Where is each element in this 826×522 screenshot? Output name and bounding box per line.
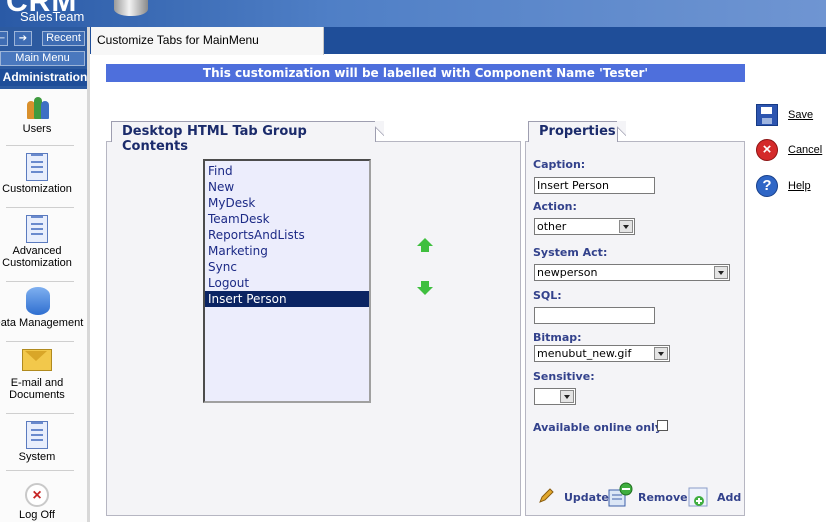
system-act-select[interactable]: newperson bbox=[534, 264, 730, 281]
action-label: Action: bbox=[533, 200, 577, 213]
list-item[interactable]: Find bbox=[205, 163, 369, 179]
add-button[interactable]: Add bbox=[687, 486, 742, 510]
email-icon bbox=[22, 349, 52, 371]
chevron-down-icon[interactable] bbox=[560, 390, 574, 403]
chevron-down-icon[interactable] bbox=[714, 266, 728, 279]
system-act-label: System Act: bbox=[533, 246, 608, 259]
app-logo-subtitle: SalesTeam bbox=[20, 9, 85, 24]
sidebar-item-customization[interactable]: Customization bbox=[0, 153, 74, 195]
move-up-arrow-icon[interactable] bbox=[417, 238, 433, 254]
data-management-icon bbox=[26, 287, 50, 315]
help-icon: ? bbox=[756, 175, 778, 197]
main-menu-button[interactable]: Main Menu bbox=[0, 51, 85, 66]
sidebar-divider bbox=[6, 145, 74, 146]
sidebar-item-label: System bbox=[18, 451, 56, 463]
sidebar: ← ➔ Recent Main Menu Administration User… bbox=[0, 27, 90, 522]
logoff-icon: × bbox=[25, 483, 49, 507]
sidebar-item-data-management[interactable]: Data Management bbox=[0, 287, 87, 329]
system-act-select-value: newperson bbox=[537, 266, 598, 279]
add-item-icon bbox=[687, 486, 709, 508]
users-icon bbox=[23, 93, 51, 121]
sql-label: SQL: bbox=[533, 289, 562, 302]
chevron-down-icon[interactable] bbox=[654, 347, 668, 360]
caption-label: Caption: bbox=[533, 158, 586, 171]
move-down-arrow-icon[interactable] bbox=[417, 281, 433, 297]
properties-panel bbox=[525, 141, 745, 516]
chevron-down-icon[interactable] bbox=[619, 220, 633, 233]
list-item[interactable]: TeamDesk bbox=[205, 211, 369, 227]
list-item[interactable]: New bbox=[205, 179, 369, 195]
action-select[interactable]: other bbox=[534, 218, 635, 235]
system-icon bbox=[26, 421, 48, 449]
forward-button[interactable]: ➔ bbox=[14, 31, 32, 46]
bitmap-label: Bitmap: bbox=[533, 331, 582, 344]
sidebar-item-label: Log Off bbox=[19, 509, 55, 521]
add-label: Add bbox=[717, 491, 742, 504]
list-item-selected[interactable]: Insert Person bbox=[205, 291, 369, 307]
action-select-value: other bbox=[537, 220, 567, 233]
sidebar-item-label: Data Management bbox=[0, 317, 84, 329]
sidebar-item-label: Advanced Customization bbox=[2, 245, 72, 269]
online-only-label: Available online only: bbox=[533, 421, 667, 434]
bitmap-select[interactable]: menubut_new.gif bbox=[534, 345, 670, 362]
sidebar-divider bbox=[6, 470, 74, 471]
administration-header: Administration bbox=[0, 69, 87, 86]
save-label: Save bbox=[788, 109, 814, 121]
sidebar-divider bbox=[6, 341, 74, 342]
list-item[interactable]: Logout bbox=[205, 275, 369, 291]
back-button[interactable]: ← bbox=[0, 31, 8, 46]
help-button[interactable]: ? Help bbox=[756, 175, 816, 199]
nav-strip: ← ➔ Recent Main Menu Administration bbox=[0, 27, 87, 89]
list-item[interactable]: Marketing bbox=[205, 243, 369, 259]
help-label: Help bbox=[788, 180, 811, 192]
list-item[interactable]: MyDesk bbox=[205, 195, 369, 211]
cancel-label: Cancel bbox=[788, 144, 823, 156]
save-disk-icon bbox=[756, 104, 778, 126]
remove-button[interactable]: Remove bbox=[607, 482, 688, 508]
sidebar-item-users[interactable]: Users bbox=[0, 93, 74, 135]
app-header: CRM SalesTeam bbox=[0, 0, 826, 27]
save-button[interactable]: Save bbox=[756, 104, 816, 128]
advanced-customization-icon bbox=[26, 215, 48, 243]
sidebar-item-log-off[interactable]: × Log Off bbox=[0, 483, 74, 521]
list-item[interactable]: ReportsAndLists bbox=[205, 227, 369, 243]
properties-panel-title: Properties bbox=[528, 121, 626, 142]
contents-panel-title: Desktop HTML Tab Group Contents bbox=[111, 121, 384, 154]
remove-label: Remove bbox=[638, 491, 688, 504]
sidebar-item-advanced-customization[interactable]: Advanced Customization bbox=[0, 215, 74, 269]
pencil-icon bbox=[538, 488, 554, 504]
component-banner: This customization will be labelled with… bbox=[106, 64, 745, 82]
remove-item-icon bbox=[607, 482, 633, 508]
caption-field[interactable] bbox=[534, 177, 655, 194]
sidebar-item-email-documents[interactable]: E-mail and Documents bbox=[0, 349, 74, 401]
cancel-button[interactable]: × Cancel bbox=[756, 139, 826, 163]
sidebar-divider bbox=[6, 207, 74, 208]
list-item[interactable]: Sync bbox=[205, 259, 369, 275]
sensitive-label: Sensitive: bbox=[533, 370, 595, 383]
online-only-checkbox[interactable] bbox=[657, 420, 668, 431]
sidebar-item-label: Users bbox=[22, 123, 52, 135]
tab-customize-tabs[interactable]: Customize Tabs for MainMenu bbox=[91, 27, 324, 55]
sidebar-divider bbox=[6, 413, 74, 414]
update-label: Update bbox=[564, 491, 609, 504]
sensitive-select[interactable] bbox=[534, 388, 576, 405]
cancel-icon: × bbox=[756, 139, 778, 161]
tab-list[interactable]: Find New MyDesk TeamDesk ReportsAndLists… bbox=[203, 159, 371, 403]
sidebar-divider bbox=[6, 281, 74, 282]
sidebar-item-label: E-mail and Documents bbox=[9, 377, 65, 401]
update-button[interactable]: Update bbox=[538, 488, 609, 508]
sql-field[interactable] bbox=[534, 307, 655, 324]
sidebar-item-system[interactable]: System bbox=[0, 421, 74, 463]
sidebar-item-label: Customization bbox=[2, 183, 72, 195]
database-icon bbox=[114, 0, 148, 16]
customization-icon bbox=[26, 153, 48, 181]
bitmap-select-value: menubut_new.gif bbox=[537, 347, 632, 360]
recent-button[interactable]: Recent bbox=[42, 31, 85, 46]
